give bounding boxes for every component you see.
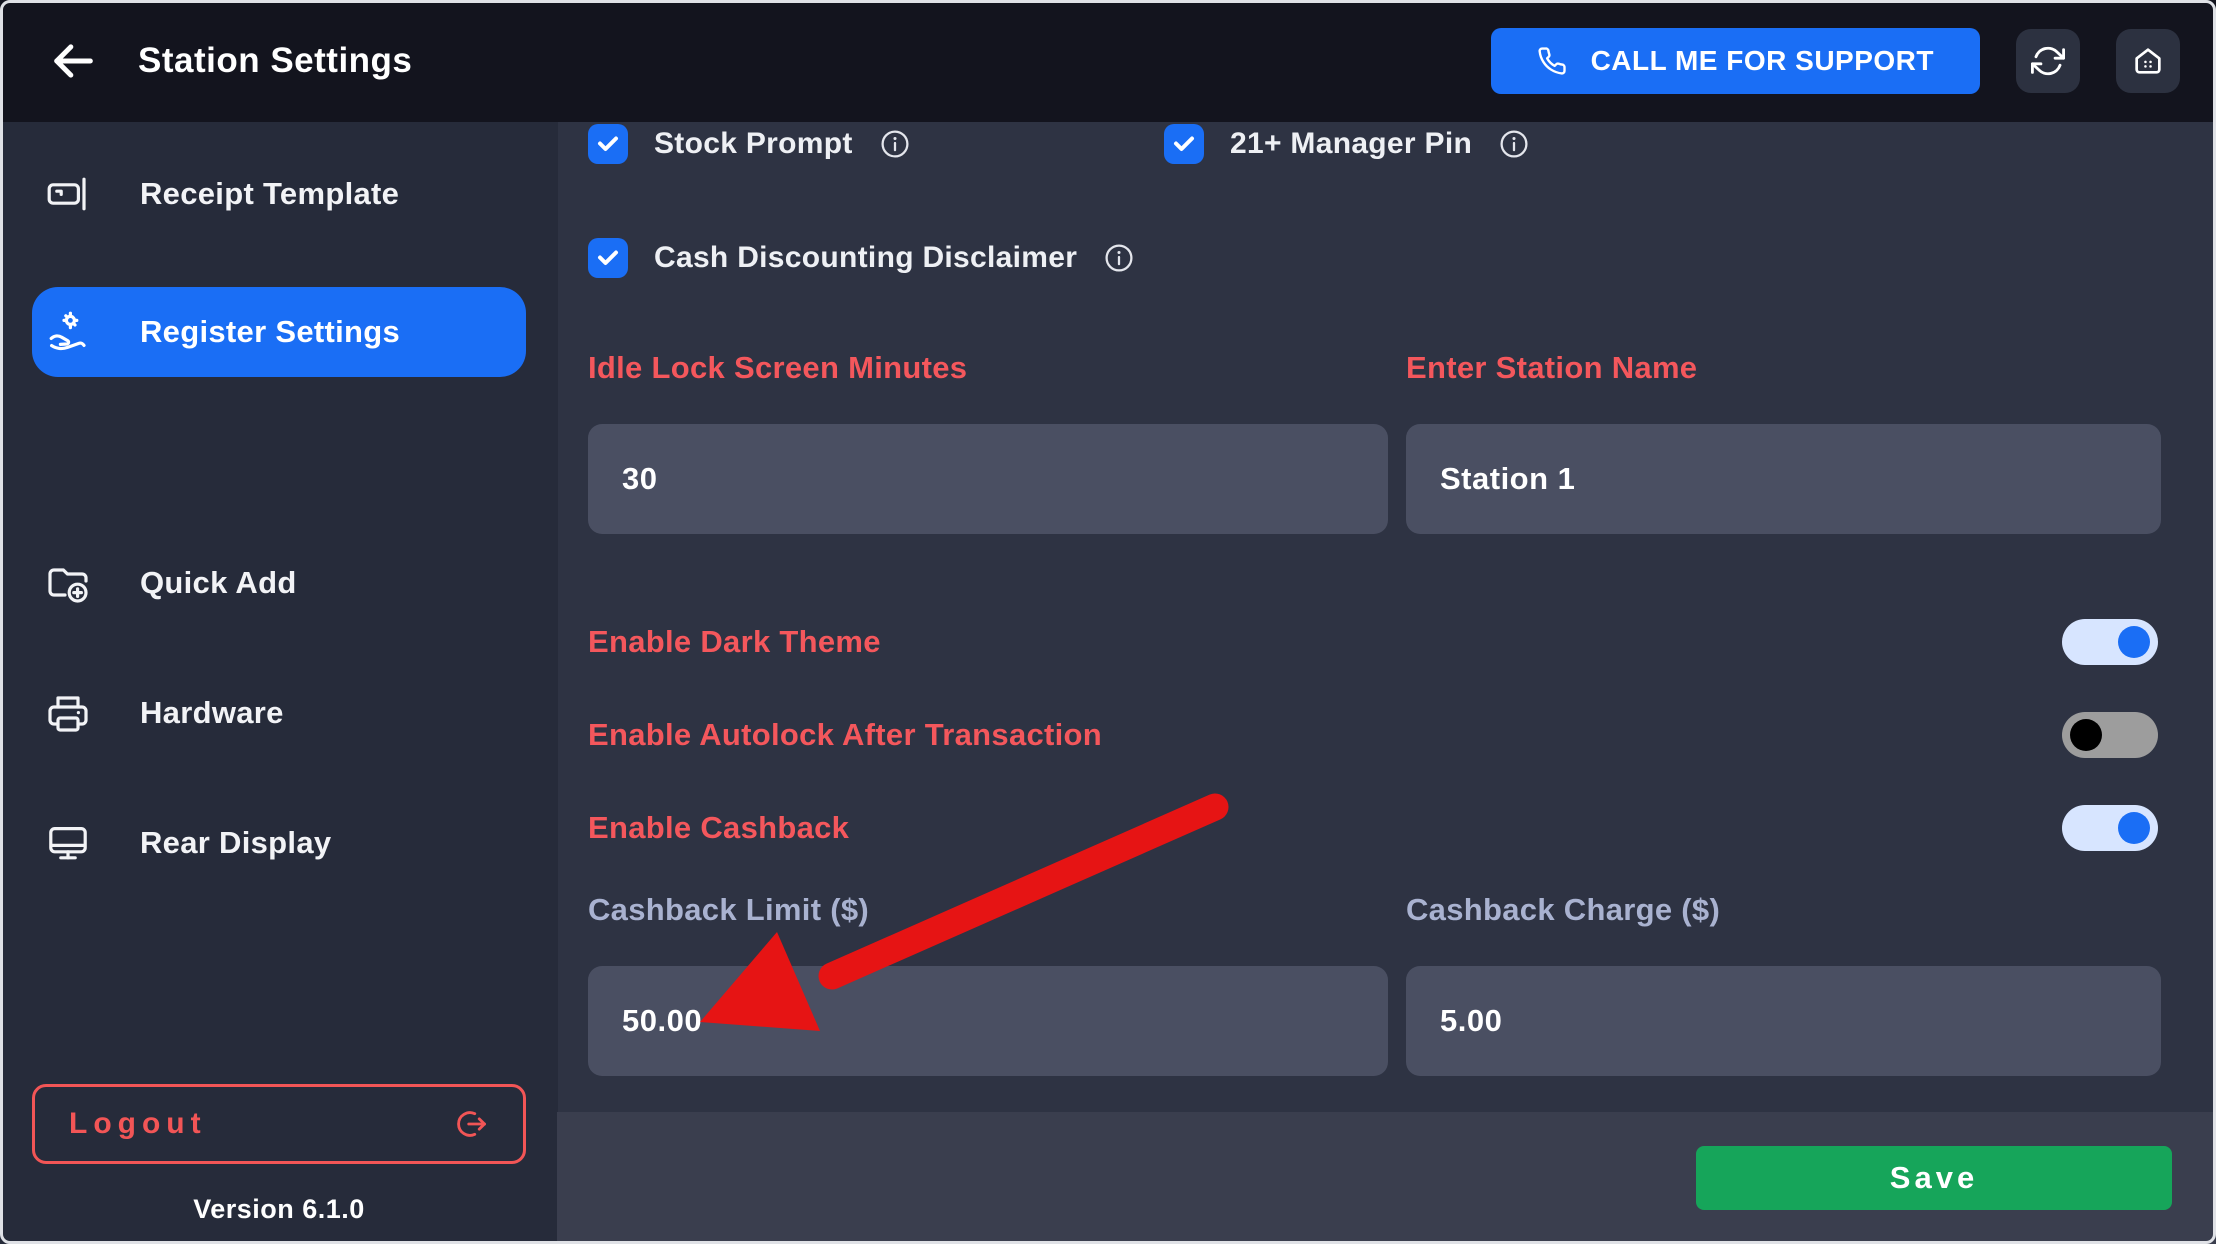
info-icon[interactable] [1103, 242, 1135, 274]
printer-icon [44, 689, 92, 737]
manager-pin-checkbox[interactable] [1164, 124, 1204, 164]
top-bar: Station Settings CALL ME FOR SUPPORT [0, 0, 2216, 122]
checkbox-row-manager-pin: 21+ Manager Pin [1164, 124, 1530, 164]
sidebar-item-quick-add[interactable]: Quick Add [32, 538, 526, 628]
sidebar-item-rear-display[interactable]: Rear Display [32, 798, 526, 888]
sidebar-item-label: Rear Display [140, 825, 331, 861]
home-button[interactable] [2116, 29, 2180, 93]
toggle-knob [2070, 719, 2102, 751]
station-settings-page: Station Settings CALL ME FOR SUPPORT [0, 0, 2216, 1244]
sidebar-item-label: Register Settings [140, 314, 400, 350]
sidebar-item-label: Receipt Template [140, 176, 399, 212]
check-icon [596, 132, 620, 156]
check-icon [1172, 132, 1196, 156]
autolock-toggle[interactable] [2062, 712, 2158, 758]
cashback-limit-input[interactable] [588, 966, 1388, 1076]
autolock-label: Enable Autolock After Transaction [588, 717, 1102, 753]
version-label: Version 6.1.0 [0, 1194, 558, 1225]
idle-lock-input[interactable] [588, 424, 1388, 534]
station-name-input[interactable] [1406, 424, 2161, 534]
phone-icon [1537, 46, 1567, 76]
toggle-knob [2118, 812, 2150, 844]
dark-theme-toggle[interactable] [2062, 619, 2158, 665]
monitor-icon [44, 819, 92, 867]
topbar-actions: CALL ME FOR SUPPORT [1491, 28, 2180, 94]
dark-theme-label: Enable Dark Theme [588, 624, 881, 660]
sidebar-item-receipt-template[interactable]: Receipt Template [32, 149, 526, 239]
stock-prompt-label: Stock Prompt [654, 127, 853, 161]
sidebar-item-register-settings[interactable]: Register Settings [32, 287, 526, 377]
cashback-charge-label: Cashback Charge ($) [1406, 892, 1720, 928]
register-settings-panel: Stock Prompt 21+ Manager Pin Cash [558, 122, 2216, 1112]
sidebar: Receipt Template Register Settings [0, 122, 558, 1244]
checkbox-row-stock-prompt: Stock Prompt [588, 124, 911, 164]
receipt-template-icon [44, 170, 92, 218]
call-support-button[interactable]: CALL ME FOR SUPPORT [1491, 28, 1980, 94]
logout-label: Logout [69, 1107, 207, 1141]
page-title: Station Settings [138, 41, 412, 81]
save-button[interactable]: Save [1696, 1146, 2172, 1210]
cashback-toggle[interactable] [2062, 805, 2158, 851]
sidebar-item-hardware[interactable]: Hardware [32, 668, 526, 758]
register-settings-icon [44, 308, 92, 356]
cashback-limit-label: Cashback Limit ($) [588, 892, 869, 928]
logout-icon [453, 1106, 489, 1142]
toggle-knob [2118, 626, 2150, 658]
sidebar-item-label: Hardware [140, 695, 284, 731]
manager-pin-label: 21+ Manager Pin [1230, 127, 1472, 161]
cashback-charge-input[interactable] [1406, 966, 2161, 1076]
folder-add-icon [44, 559, 92, 607]
toggle-row-cashback: Enable Cashback [588, 804, 2158, 852]
sidebar-item-label: Quick Add [140, 565, 297, 601]
info-icon[interactable] [879, 128, 911, 160]
idle-lock-label: Idle Lock Screen Minutes [588, 350, 967, 386]
check-icon [596, 246, 620, 270]
call-support-label: CALL ME FOR SUPPORT [1591, 45, 1934, 77]
footer-bar: Save [557, 1112, 2216, 1244]
home-apps-icon [2131, 44, 2165, 78]
checkbox-row-cash-discounting: Cash Discounting Disclaimer [588, 238, 1135, 278]
refresh-icon [2031, 44, 2065, 78]
cash-discounting-label: Cash Discounting Disclaimer [654, 241, 1077, 275]
info-icon[interactable] [1498, 128, 1530, 160]
stock-prompt-checkbox[interactable] [588, 124, 628, 164]
back-arrow-icon [47, 35, 99, 87]
toggle-row-autolock: Enable Autolock After Transaction [588, 711, 2158, 759]
toggle-row-dark-theme: Enable Dark Theme [588, 618, 2158, 666]
logout-button[interactable]: Logout [32, 1084, 526, 1164]
back-button[interactable] [44, 32, 102, 90]
cash-discounting-checkbox[interactable] [588, 238, 628, 278]
cashback-label: Enable Cashback [588, 810, 849, 846]
station-name-label: Enter Station Name [1406, 350, 1697, 386]
refresh-button[interactable] [2016, 29, 2080, 93]
